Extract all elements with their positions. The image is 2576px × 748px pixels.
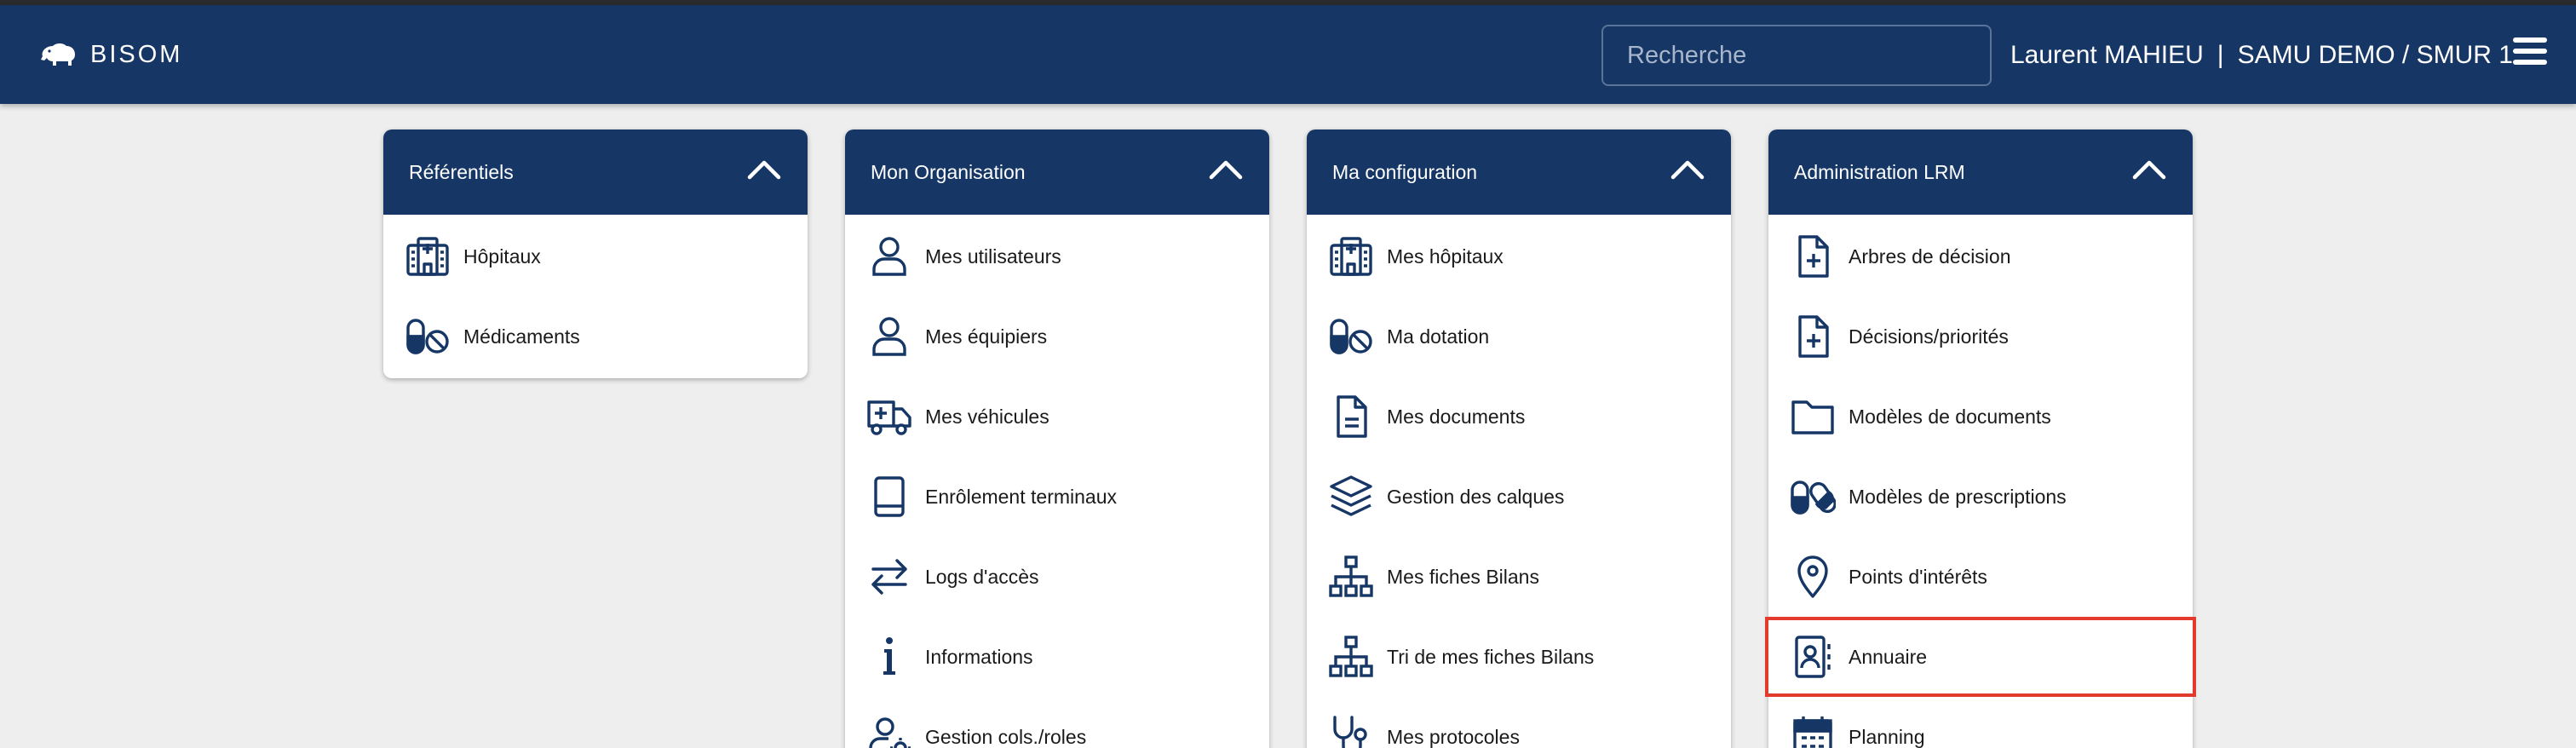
user-icon: [862, 309, 917, 364]
menu-item-label: Mes protocoles: [1387, 725, 1520, 748]
user-organisation: SAMU DEMO / SMUR 1: [2237, 41, 2513, 69]
menu-item-annuaire[interactable]: Annuaire: [1765, 617, 2196, 697]
user-icon: [862, 229, 917, 284]
menu-item-label: Arbres de décision: [1849, 245, 2011, 268]
hospital-icon: [400, 229, 455, 284]
layers-icon: [1324, 469, 1378, 524]
menu-item-informations[interactable]: Informations: [845, 617, 1269, 697]
sitemap-icon: [1324, 630, 1378, 684]
menu-item-label: Mes véhicules: [925, 405, 1049, 428]
menu-item-label: Tri de mes fiches Bilans: [1387, 645, 1595, 668]
menu-item-gestion-calques[interactable]: Gestion des calques: [1307, 457, 1731, 537]
folder-icon: [1785, 389, 1840, 444]
menu-item-label: Mes hôpitaux: [1387, 245, 1504, 268]
menu-item-ma-dotation[interactable]: Ma dotation: [1307, 296, 1731, 377]
bison-logo-icon: [41, 43, 75, 66]
brand-name: BISOM: [90, 40, 183, 68]
menu-item-tri-fiches-bilans[interactable]: Tri de mes fiches Bilans: [1307, 617, 1731, 697]
user-separator: |: [2217, 41, 2224, 69]
menu-item-label: Médicaments: [463, 325, 580, 348]
menu-item-label: Hôpitaux: [463, 245, 541, 268]
ambulance-icon: [862, 389, 917, 444]
card-title: Ma configuration: [1332, 161, 1478, 183]
menu-item-logs-acces[interactable]: Logs d'accès: [845, 537, 1269, 617]
menu-item-label: Mes documents: [1387, 405, 1526, 428]
chevron-up-icon[interactable]: [1208, 157, 1244, 182]
menu-item-enrolement-terminaux[interactable]: Enrôlement terminaux: [845, 457, 1269, 537]
pill-ban-icon: [400, 309, 455, 364]
search-input[interactable]: [1601, 25, 1992, 86]
menu-item-label: Ma dotation: [1387, 325, 1490, 348]
menu-item-mes-equipiers[interactable]: Mes équipiers: [845, 296, 1269, 377]
chevron-up-icon[interactable]: [1670, 157, 1705, 182]
menu-item-modeles-documents[interactable]: Modèles de documents: [1768, 377, 2193, 457]
menu-item-medicaments[interactable]: Médicaments: [383, 296, 808, 377]
menu-item-arbres-decision[interactable]: Arbres de décision: [1768, 216, 2193, 296]
menu-item-label: Modèles de prescriptions: [1849, 485, 2067, 508]
menu-item-label: Informations: [925, 645, 1033, 668]
menu-item-planning[interactable]: Planning: [1768, 697, 2193, 748]
menu-item-label: Points d'intérêts: [1849, 565, 1987, 588]
menu-item-label: Mes fiches Bilans: [1387, 565, 1539, 588]
menu-item-hopitaux[interactable]: Hôpitaux: [383, 216, 808, 296]
menu-item-points-interets[interactable]: Points d'intérêts: [1768, 537, 2193, 617]
card-header-mon-organisation[interactable]: Mon Organisation: [845, 129, 1269, 215]
menu-item-label: Mes équipiers: [925, 325, 1048, 348]
menu-item-label: Enrôlement terminaux: [925, 485, 1117, 508]
menu-item-mes-fiches-bilans[interactable]: Mes fiches Bilans: [1307, 537, 1731, 617]
card-header-referentiels[interactable]: Référentiels: [383, 129, 808, 215]
menu-item-mes-protocoles[interactable]: Mes protocoles: [1307, 697, 1731, 748]
menu-item-modeles-prescriptions[interactable]: Modèles de prescriptions: [1768, 457, 2193, 537]
menu-item-mes-hopitaux[interactable]: Mes hôpitaux: [1307, 216, 1731, 296]
card-mon-organisation: Mon Organisation Mes utilisateurs Mes éq…: [845, 129, 1269, 748]
hospital-icon: [1324, 229, 1378, 284]
document-icon: [1324, 389, 1378, 444]
tablet-icon: [862, 469, 917, 524]
brand[interactable]: BISOM: [37, 36, 182, 73]
selection-highlight: [1765, 617, 2196, 697]
chevron-up-icon[interactable]: [2131, 157, 2167, 182]
calendar-icon: [1785, 710, 1840, 748]
menu-item-mes-utilisateurs[interactable]: Mes utilisateurs: [845, 216, 1269, 296]
top-navbar: BISOM Laurent MAHIEU | SAMU DEMO / SMUR 1: [0, 5, 2576, 104]
file-plus-icon: [1785, 309, 1840, 364]
menu-item-label: Mes utilisateurs: [925, 245, 1061, 268]
card-title: Référentiels: [409, 161, 514, 183]
pills-icon: [1785, 469, 1840, 524]
menu-item-label: Gestion cols./roles: [925, 725, 1087, 748]
menu-item-label: Planning: [1849, 725, 1925, 748]
user-gear-icon: [862, 710, 917, 748]
card-title: Mon Organisation: [871, 161, 1026, 183]
map-pin-icon: [1785, 549, 1840, 604]
file-plus-icon: [1785, 229, 1840, 284]
hamburger-menu-icon[interactable]: [2513, 37, 2547, 72]
card-header-ma-configuration[interactable]: Ma configuration: [1307, 129, 1731, 215]
pill-ban-icon: [1324, 309, 1378, 364]
user-name: Laurent MAHIEU: [2010, 41, 2204, 69]
menu-item-gestion-cols-roles[interactable]: Gestion cols./roles: [845, 697, 1269, 748]
menu-item-mes-documents[interactable]: Mes documents: [1307, 377, 1731, 457]
info-icon: [862, 630, 917, 684]
menu-item-mes-vehicules[interactable]: Mes véhicules: [845, 377, 1269, 457]
menu-item-label: Gestion des calques: [1387, 485, 1565, 508]
user-context[interactable]: Laurent MAHIEU | SAMU DEMO / SMUR 1: [2010, 41, 2513, 70]
card-referentiels: Référentiels Hôpitaux Médicaments: [383, 129, 808, 378]
chevron-up-icon[interactable]: [746, 157, 782, 182]
arrows-exchange-icon: [862, 549, 917, 604]
menu-item-label: Modèles de documents: [1849, 405, 2051, 428]
card-header-administration-lrm[interactable]: Administration LRM: [1768, 129, 2193, 215]
card-administration-lrm: Administration LRM Arbres de décision Dé…: [1765, 129, 2196, 748]
menu-item-label: Décisions/priorités: [1849, 325, 2009, 348]
card-title: Administration LRM: [1794, 161, 1965, 183]
menu-item-decisions-priorites[interactable]: Décisions/priorités: [1768, 296, 2193, 377]
stethoscope-icon: [1324, 710, 1378, 748]
menu-item-label: Logs d'accès: [925, 565, 1039, 588]
sitemap-icon: [1324, 549, 1378, 604]
card-ma-configuration: Ma configuration Mes hôpitaux Ma dotatio…: [1307, 129, 1731, 748]
